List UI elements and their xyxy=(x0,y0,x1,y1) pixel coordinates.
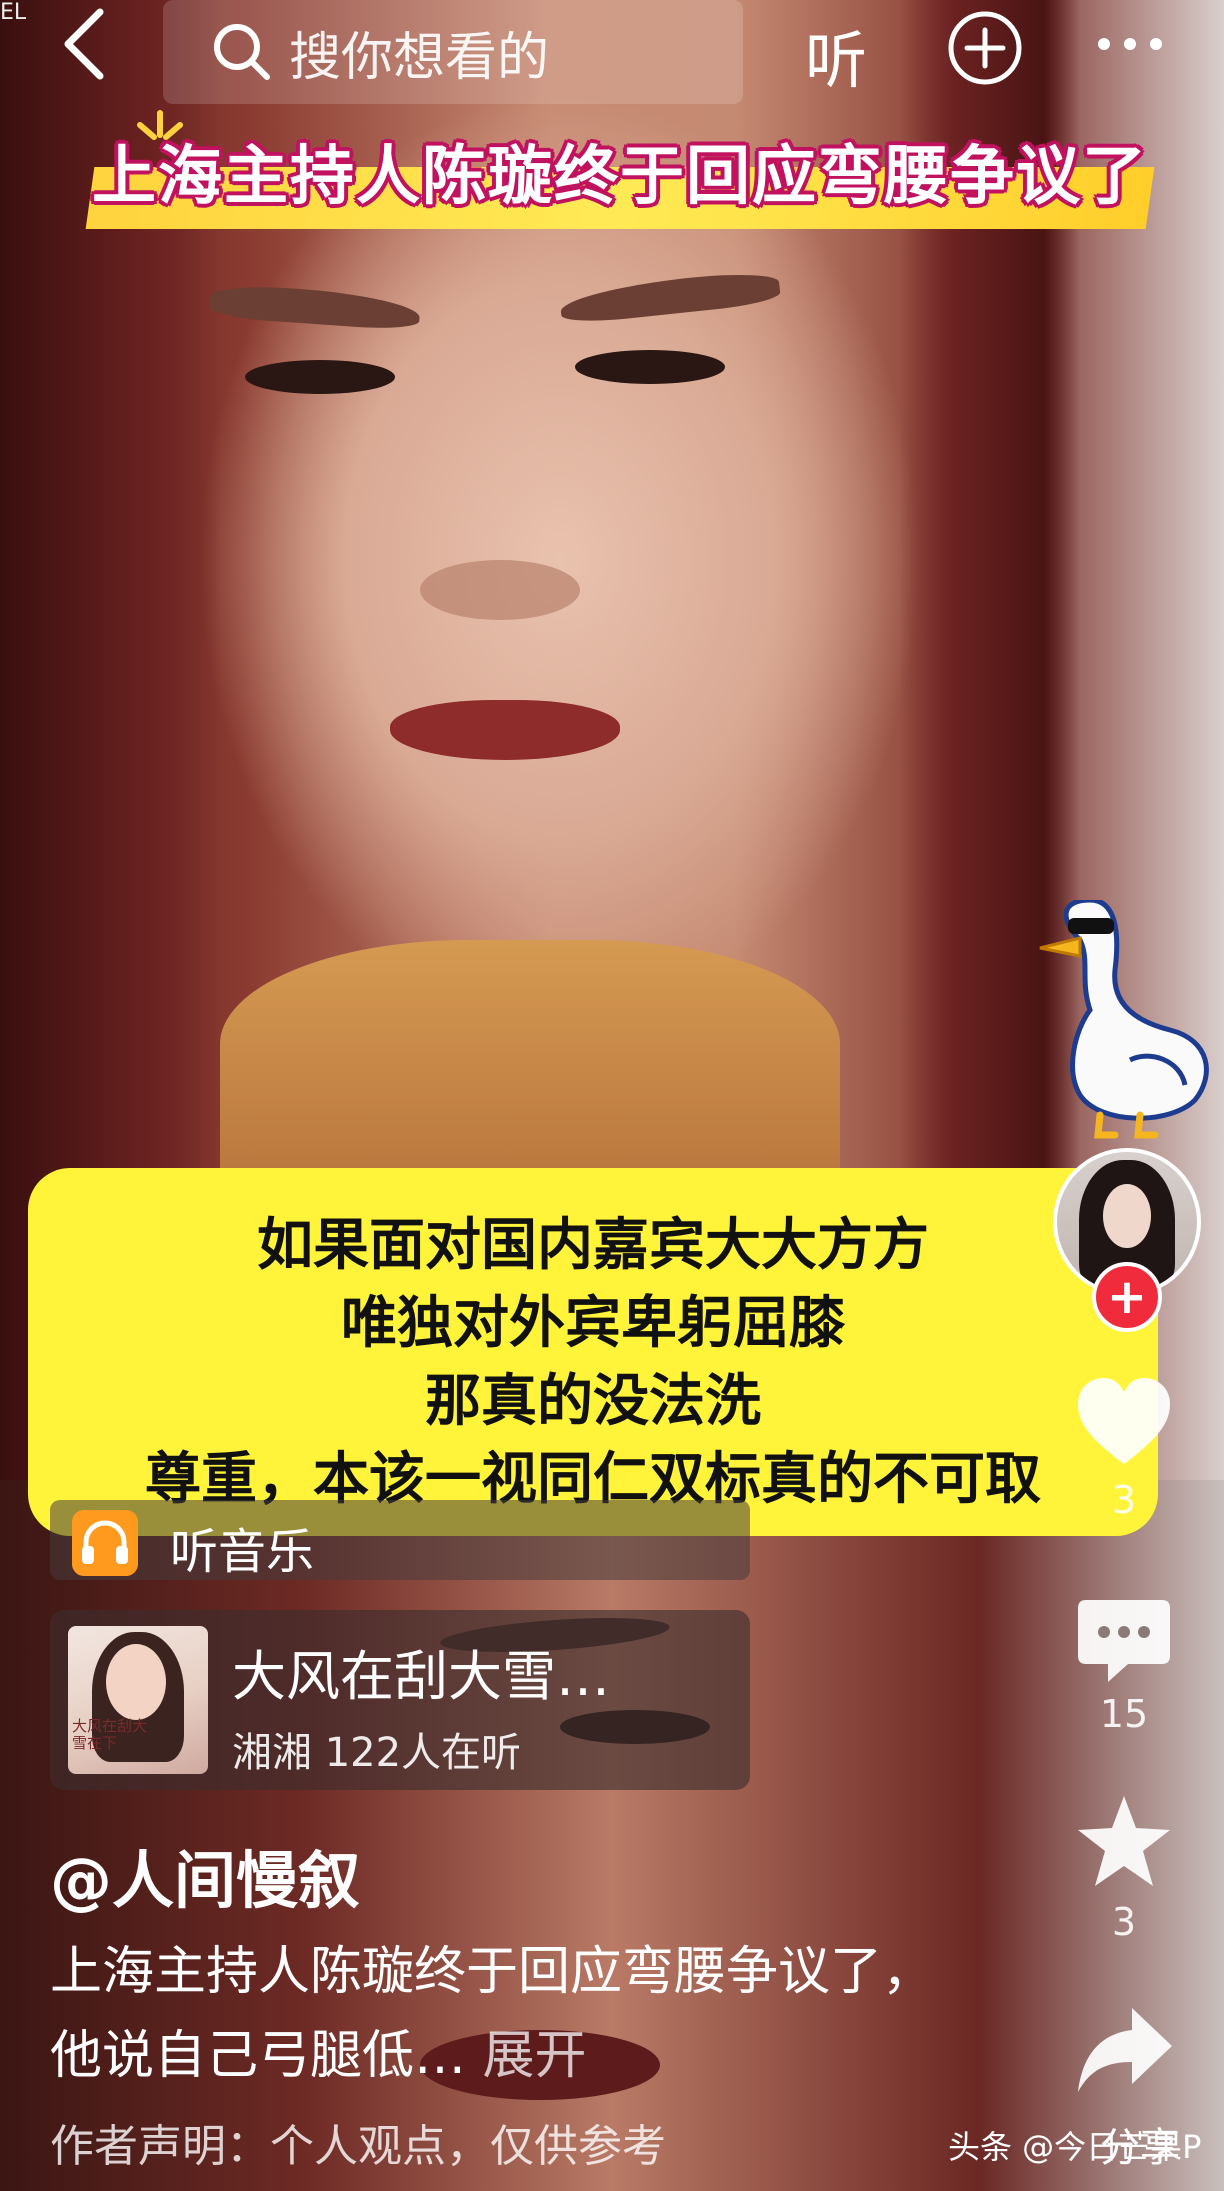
lips xyxy=(390,700,620,760)
favorite-count: 3 xyxy=(1111,1900,1137,1944)
song-meta: 湘湘 122人在听 xyxy=(232,1730,522,1776)
heart-icon[interactable] xyxy=(1072,1372,1176,1476)
search-icon xyxy=(214,24,270,80)
comment-icon[interactable] xyxy=(1072,1590,1176,1694)
cover-text: 大风在刮大 雪在下 xyxy=(72,1717,148,1752)
goose-sticker-icon xyxy=(1039,900,1209,1139)
listen-button[interactable]: 听 xyxy=(805,10,867,100)
author-name[interactable]: @人间慢叙 xyxy=(50,1830,360,1920)
song-title: 大风在刮大雪… xyxy=(232,1645,610,1708)
shoulder xyxy=(220,940,840,1200)
quote-line: 唯独对外宾卑躬屈膝 xyxy=(341,1291,845,1356)
more-icon[interactable] xyxy=(1090,14,1170,74)
cover-face xyxy=(106,1644,166,1720)
expand-button[interactable]: 展开 xyxy=(483,2026,587,2086)
quote-line: 如果面对国内嘉宾大大方方 xyxy=(257,1213,929,1278)
quote-line: 那真的没法洗 xyxy=(425,1369,761,1434)
left-eye xyxy=(245,360,395,394)
share-icon[interactable] xyxy=(1072,2000,1176,2104)
follow-button[interactable]: + xyxy=(1092,1262,1162,1332)
music-card[interactable]: 大风在刮大 雪在下 大风在刮大雪… 湘湘 122人在听 xyxy=(50,1610,750,1790)
quote-card: 如果面对国内嘉宾大大方方 唯独对外宾卑躬屈膝 那真的没法洗 尊重，本该一视同仁双… xyxy=(28,1168,1158,1536)
headline-banner: 上海主持人陈璇终于回应弯腰争议了 xyxy=(70,110,1155,235)
left-brow xyxy=(209,282,421,332)
headline-text: 上海主持人陈璇终于回应弯腰争议了 xyxy=(92,140,1148,214)
album-cover: 大风在刮大 雪在下 xyxy=(68,1626,208,1774)
avatar-face xyxy=(1103,1184,1151,1248)
caption[interactable]: 上海主持人陈璇终于回应弯腰争议了，他说自己弓腿低… 展开 xyxy=(50,1930,950,2098)
back-icon xyxy=(64,8,104,80)
corner-mark: EL xyxy=(0,0,27,25)
music-label: 听音乐 xyxy=(170,1524,315,1580)
headphone-icon xyxy=(72,1510,138,1576)
watermark: 头条 @今日芒果P xyxy=(948,2128,1202,2166)
right-brow xyxy=(558,268,782,326)
search-input[interactable]: 搜你想看的 xyxy=(163,0,743,104)
right-eye xyxy=(575,350,725,384)
star-icon[interactable] xyxy=(1072,1790,1176,1894)
back-button[interactable] xyxy=(48,4,118,84)
like-count: 3 xyxy=(1111,1478,1137,1522)
comment-count: 15 xyxy=(1099,1692,1149,1736)
search-placeholder: 搜你想看的 xyxy=(289,27,550,88)
plus-circle-icon[interactable] xyxy=(947,10,1023,86)
top-bar: EL 搜你想看的 听 xyxy=(0,0,1224,110)
music-header[interactable]: 听音乐 xyxy=(50,1500,750,1580)
nose xyxy=(420,560,580,620)
author-disclaimer: 作者声明：个人观点，仅供参考 xyxy=(50,2121,666,2172)
